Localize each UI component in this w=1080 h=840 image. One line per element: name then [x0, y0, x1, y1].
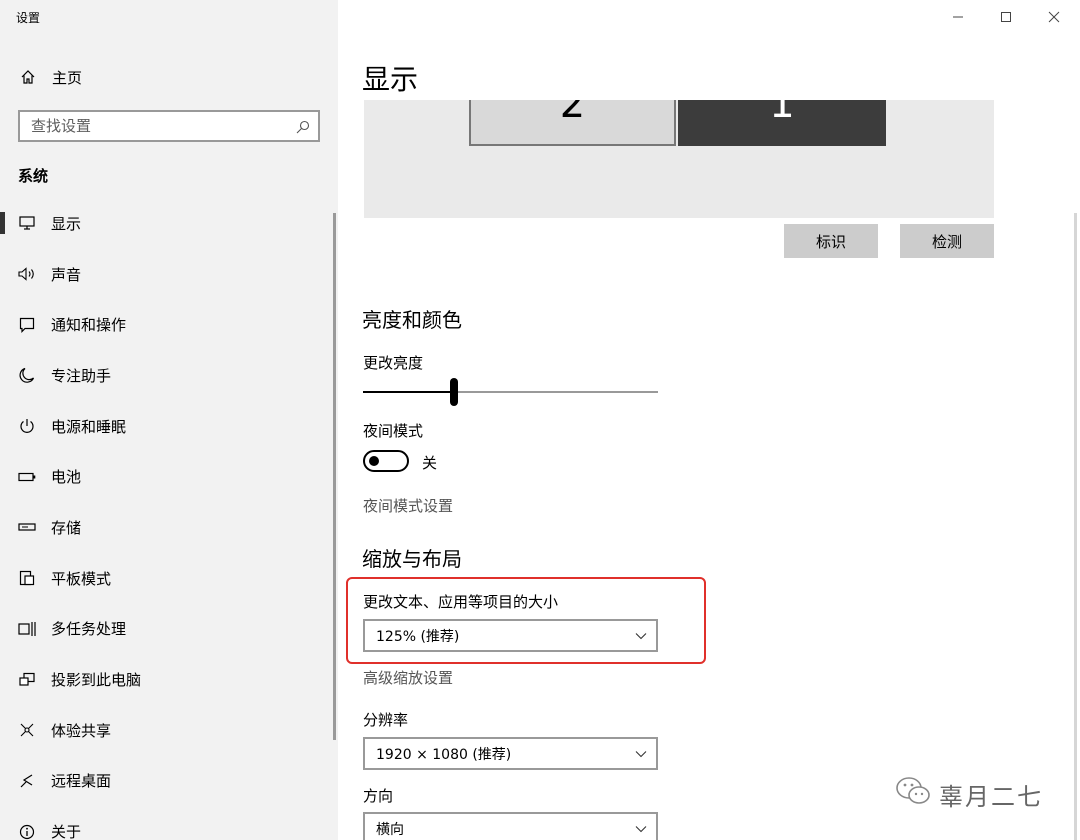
sidebar-item-shared-experiences[interactable]: 体验共享 — [0, 705, 338, 756]
sidebar-item-label: 关于 — [51, 823, 82, 840]
sidebar-item-storage[interactable]: 存储 — [0, 502, 338, 553]
wechat-icon — [895, 776, 931, 812]
close-button[interactable] — [1029, 2, 1079, 32]
battery-icon — [17, 472, 37, 482]
minimize-button[interactable] — [933, 2, 983, 32]
moon-icon — [17, 367, 37, 384]
monitor-icon — [17, 216, 37, 230]
slider-fill — [363, 391, 454, 393]
maximize-icon — [1000, 8, 1012, 27]
sidebar-item-label: 存储 — [51, 518, 82, 537]
sidebar-item-label: 远程桌面 — [51, 772, 112, 791]
sidebar-item-power-sleep[interactable]: 电源和睡眠 — [0, 401, 338, 452]
detect-button[interactable]: 检测 — [900, 224, 994, 258]
scale-layout-heading: 缩放与布局 — [362, 547, 462, 571]
night-light-state: 关 — [422, 454, 438, 472]
sidebar-item-multitasking[interactable]: 多任务处理 — [0, 604, 338, 655]
sidebar-item-sound[interactable]: 声音 — [0, 249, 338, 300]
resolution-dropdown[interactable]: 1920 × 1080 (推荐) — [363, 737, 658, 770]
monitor-arrangement: 2 1 — [364, 100, 994, 218]
sidebar-item-label: 显示 — [51, 214, 82, 233]
watermark-text: 辜月二七 — [939, 782, 1043, 811]
brightness-label: 更改亮度 — [363, 354, 424, 372]
orientation-value: 横向 — [376, 821, 404, 838]
brightness-heading: 亮度和颜色 — [362, 308, 462, 332]
sidebar-item-about[interactable]: 关于 — [0, 806, 338, 840]
sidebar-item-label: 专注助手 — [51, 366, 112, 385]
sidebar-item-label: 通知和操作 — [51, 316, 127, 335]
search-input[interactable] — [20, 112, 280, 140]
toggle-knob — [369, 456, 379, 466]
home-label: 主页 — [52, 68, 83, 87]
sidebar-item-display[interactable]: 显示 — [0, 198, 338, 249]
sidebar-item-home[interactable]: 主页 — [0, 62, 338, 92]
main-scrollbar[interactable] — [1074, 213, 1077, 840]
sidebar-item-label: 平板模式 — [51, 569, 112, 588]
sidebar-item-label: 电源和睡眠 — [51, 417, 127, 436]
tablet-mode-icon — [17, 570, 37, 586]
share-icon — [17, 722, 37, 738]
monitor-2[interactable]: 2 — [469, 100, 676, 146]
night-light-settings-link[interactable]: 夜间模式设置 — [363, 495, 453, 516]
orientation-label: 方向 — [363, 787, 394, 805]
sidebar-item-notifications[interactable]: 通知和操作 — [0, 299, 338, 350]
storage-icon — [17, 522, 37, 532]
sidebar-item-label: 多任务处理 — [51, 620, 127, 639]
speaker-icon — [17, 267, 37, 281]
search-icon[interactable] — [296, 119, 310, 138]
chevron-down-icon — [626, 825, 656, 833]
monitor-number: 1 — [769, 100, 795, 127]
monitor-number: 2 — [559, 100, 586, 127]
sidebar-item-project-to-pc[interactable]: 投影到此电脑 — [0, 654, 338, 705]
resolution-value: 1920 × 1080 (推荐) — [376, 746, 512, 763]
monitor-1[interactable]: 1 — [678, 100, 886, 146]
brightness-slider[interactable] — [363, 378, 658, 406]
info-icon — [17, 824, 37, 840]
highlight-box — [346, 577, 706, 664]
sidebar-item-label: 电池 — [51, 468, 82, 487]
search-box — [18, 110, 320, 142]
resolution-label: 分辨率 — [363, 711, 409, 729]
maximize-button[interactable] — [981, 2, 1031, 32]
watermark: 辜月二七 — [895, 776, 1043, 812]
notification-icon — [17, 317, 37, 333]
chevron-down-icon — [626, 750, 656, 758]
app-title: 设置 — [16, 11, 41, 25]
home-icon — [18, 69, 38, 85]
sidebar: 设置 主页 系统 显示 声音 通知和操作 — [0, 0, 338, 840]
project-icon — [17, 672, 37, 688]
advanced-scaling-link[interactable]: 高级缩放设置 — [363, 667, 453, 688]
multitask-icon — [17, 621, 37, 637]
sidebar-item-battery[interactable]: 电池 — [0, 451, 338, 502]
close-icon — [1048, 8, 1060, 27]
page-title: 显示 — [362, 63, 419, 96]
minimize-icon — [952, 8, 964, 27]
sidebar-item-label: 声音 — [51, 265, 82, 284]
identify-button[interactable]: 标识 — [784, 224, 878, 258]
sidebar-item-label: 体验共享 — [51, 721, 112, 740]
night-light-label: 夜间模式 — [363, 422, 424, 440]
orientation-dropdown[interactable]: 横向 — [363, 812, 658, 840]
remote-desktop-icon — [17, 773, 37, 789]
power-icon — [17, 418, 37, 434]
night-light-toggle[interactable] — [363, 450, 409, 472]
section-title: 系统 — [18, 167, 49, 185]
sidebar-item-remote-desktop[interactable]: 远程桌面 — [0, 756, 338, 807]
sidebar-item-focus-assist[interactable]: 专注助手 — [0, 350, 338, 401]
sidebar-item-tablet-mode[interactable]: 平板模式 — [0, 553, 338, 604]
nav-list: 显示 声音 通知和操作 专注助手 电源和睡眠 电池 存储 平板模式 多任务处理 … — [0, 198, 338, 840]
slider-thumb[interactable] — [450, 378, 458, 406]
sidebar-item-label: 投影到此电脑 — [51, 671, 142, 690]
sidebar-scrollbar[interactable] — [333, 213, 336, 740]
